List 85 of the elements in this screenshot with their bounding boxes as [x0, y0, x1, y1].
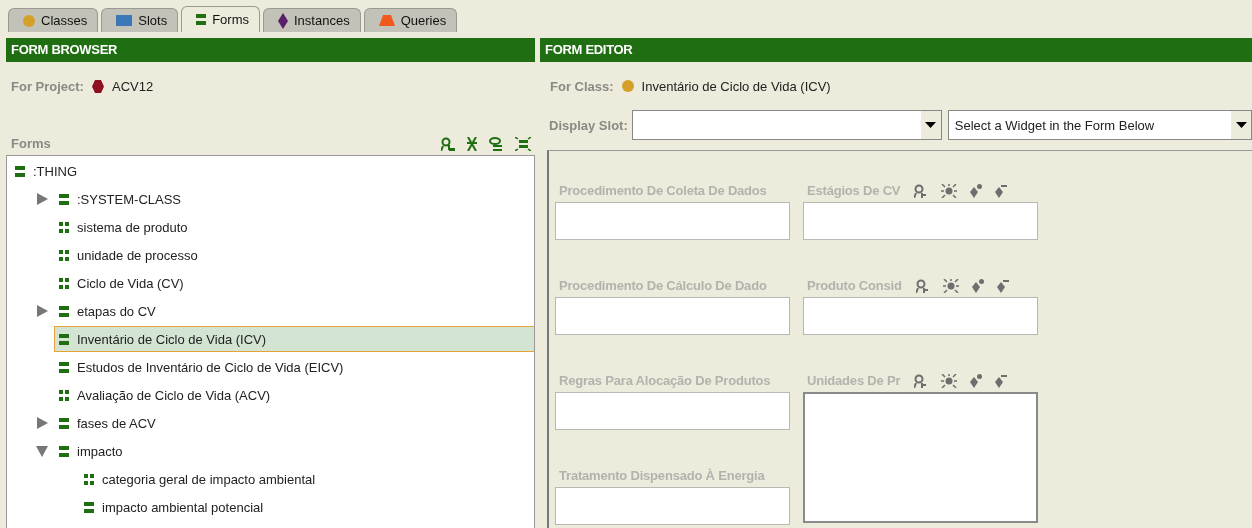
class-name: Inventário de Ciclo de Vida (ICV)	[641, 78, 831, 94]
person-icon[interactable]	[914, 184, 929, 198]
panel-header: FORM BROWSER	[6, 38, 535, 62]
text-field[interactable]	[803, 202, 1038, 240]
diamond-icon	[278, 12, 288, 29]
form-icon	[59, 333, 69, 345]
collapsed-arrow-icon[interactable]	[36, 417, 48, 429]
person-icon[interactable]	[915, 279, 930, 293]
grid-icon	[59, 277, 69, 289]
tab[interactable]: Forms	[181, 6, 260, 32]
grid-icon	[59, 389, 69, 401]
collapsed-arrow-icon[interactable]	[36, 193, 48, 205]
tree-item[interactable]: Estudos de Inventário de Ciclo de Vida (EICV)	[55, 355, 534, 379]
field-label: Procedimento De Coleta De Dados	[559, 183, 767, 198]
trapezoid-icon	[378, 15, 395, 26]
tree-item[interactable]: :SYSTEM-CLASS	[55, 187, 534, 211]
list-box[interactable]	[803, 392, 1038, 523]
tree-item[interactable]: Inventário de Ciclo de Vida (ICV)	[55, 327, 534, 351]
tab[interactable]: Slots	[101, 8, 179, 32]
form-icon	[59, 445, 69, 457]
tree-item[interactable]: fases de ACV	[55, 411, 534, 435]
tree-item[interactable]: etapas do CV	[55, 299, 534, 323]
project-label: For Project:	[11, 78, 84, 94]
circle-icon	[23, 14, 35, 27]
text-field[interactable]	[555, 392, 790, 430]
dropdown-value: Select a Widget in the Form Below	[954, 117, 1156, 133]
field-label: Produto Consid	[807, 278, 902, 293]
field-label: Tratamento Dispensado À Energia	[559, 468, 765, 483]
tree-item[interactable]: impacto	[55, 439, 534, 463]
tree-item[interactable]: :THING	[11, 159, 534, 183]
field-label: Estágios De CV	[807, 183, 901, 198]
spark-icon[interactable]	[515, 137, 531, 151]
tree-item[interactable]: Ciclo de Vida (CV)	[55, 271, 534, 295]
person-icon[interactable]	[441, 137, 455, 151]
spark-icon[interactable]	[941, 184, 958, 198]
project-name: ACV12	[111, 78, 154, 94]
forms-label: Forms	[11, 136, 51, 151]
text-field[interactable]	[555, 487, 790, 525]
grid-icon	[59, 249, 69, 261]
widget-dropdown[interactable]: Select a Widget in the Form Below	[947, 110, 1252, 140]
drop-plus-icon[interactable]	[971, 279, 984, 293]
field-label: Procedimento De Cálculo De Dado	[559, 278, 767, 293]
tree-item[interactable]: impacto ambiental potencial	[80, 495, 534, 519]
field-label: Unidades De Pr	[807, 373, 901, 388]
dropdown-arrow-icon	[925, 122, 937, 128]
drop-minus-icon[interactable]	[995, 184, 1008, 198]
grid-icon	[84, 473, 94, 485]
stack-icon[interactable]	[489, 137, 503, 151]
tree-item[interactable]: unidade de processo	[55, 243, 534, 267]
circle-icon	[621, 80, 634, 92]
form-icon	[59, 417, 69, 429]
collapsed-arrow-icon[interactable]	[36, 305, 48, 317]
tab[interactable]: Instances	[263, 8, 361, 32]
drop-minus-icon[interactable]	[996, 279, 1009, 293]
rectangle-icon	[116, 15, 133, 26]
panel-header: FORM EDITOR	[540, 38, 1252, 62]
text-field[interactable]	[555, 297, 790, 335]
slot-dropdown[interactable]	[631, 110, 942, 140]
tab[interactable]: Classes	[8, 8, 99, 32]
form-icon	[84, 501, 94, 513]
dropdown-arrow-icon	[1235, 122, 1247, 128]
display-slot-label: Display Slot:	[549, 117, 628, 133]
class-label: For Class:	[550, 78, 614, 94]
grid-icon	[59, 221, 69, 233]
tree-item[interactable]: Avaliação de Ciclo de Vida (ACV)	[55, 383, 534, 407]
drop-plus-icon[interactable]	[970, 184, 983, 198]
form-icon	[59, 361, 69, 373]
form-icon	[15, 165, 25, 177]
form-icon	[59, 193, 69, 205]
tree-item[interactable]: sistema de produto	[55, 215, 534, 239]
person-icon[interactable]	[914, 374, 929, 388]
spark-icon[interactable]	[941, 374, 958, 388]
spark-icon[interactable]	[942, 279, 959, 293]
drop-plus-icon[interactable]	[970, 374, 983, 388]
tab[interactable]: Queries	[363, 8, 458, 32]
hexagon-icon	[91, 79, 104, 93]
form-icon	[196, 14, 207, 25]
drop-minus-icon[interactable]	[995, 374, 1008, 388]
text-field[interactable]	[803, 297, 1038, 335]
form-icon	[59, 305, 69, 317]
cross-icon[interactable]	[467, 137, 477, 151]
expanded-arrow-icon[interactable]	[36, 445, 48, 457]
text-field[interactable]	[555, 202, 790, 240]
field-label: Regras Para Alocação De Produtos	[559, 373, 771, 388]
tree-item[interactable]: categoria geral de impacto ambiental	[80, 467, 534, 491]
